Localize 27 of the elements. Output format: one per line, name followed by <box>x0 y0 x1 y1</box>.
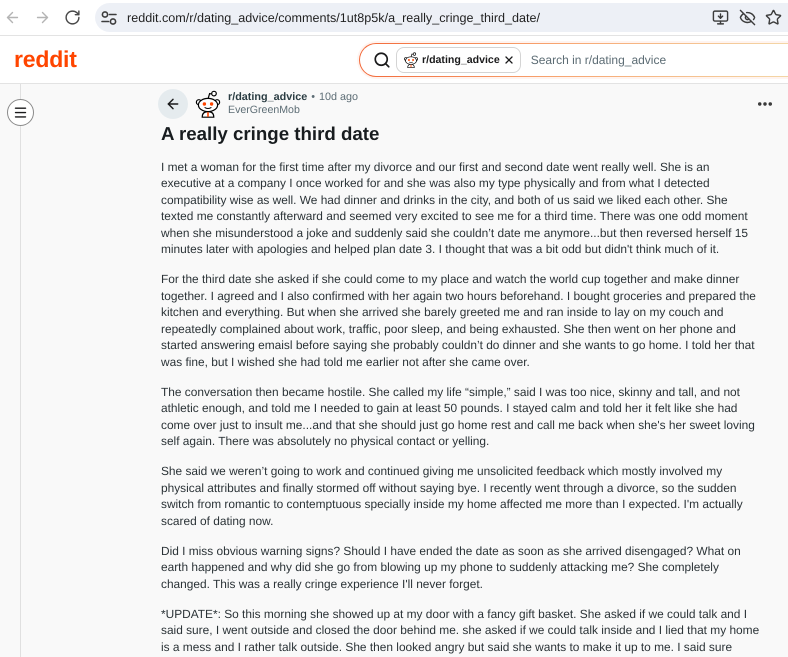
back-button[interactable] <box>158 89 188 119</box>
author-link[interactable]: EverGreenMob <box>228 104 300 117</box>
search-field[interactable]: r/dating_advice Search in r/dating_advice <box>359 42 788 76</box>
sliders-icon[interactable] <box>101 10 117 24</box>
close-icon[interactable] <box>502 54 515 66</box>
post-paragraph: The conversation then became hostile. She called my life “simple,” said I was too nice, skinny and tall, and not athletic enough, and told me I needed to gain at least 50 pounds. I stayed calm and told her it felt like she had come over just to insult me...and that she should just go home rest and call me back when she's her sweet loving self again. There was absolutely no physical contact or yelling. <box>161 384 756 450</box>
alien-avatar-icon <box>194 90 222 118</box>
post-paragraph: *UPDATE*: So this morning she showed up at my door with a fancy gift basket. She asked if we could talk and I said sure, I went outside and closed the door behind me. she asked if we could talk inside and I lied that my home is a mess and I rather talk outside. She then looked angry but said she wants to make it up to me. I said sure <box>161 606 760 656</box>
menu-button[interactable] <box>6 98 34 126</box>
reload-icon[interactable] <box>64 9 81 26</box>
post-paragraph: Did I miss obvious warning signs? Should I have ended the date as soon as she arrived disengaged? What on earth happened and why did she go from blowing up my phone to suddenly attacking me? She completely changed. This was a really cringe experience I'll never forget. <box>161 542 742 592</box>
post-paragraph: I met a woman for the first time after my divorce and our first and second date went really well. She is an executive at a company I once worked for and she was also my type physically and from what I detected compatibility wise as well. We had dinner and drinks in the city, and both of us said we liked each other. She texted me constantly afterward and seemed very excited to see me for a third time. There was one odd moment when she misunderstood a joke and suddenly said she couldn’t date me anymore...but then reversed herself 15 minutes later with apologies and helped plan date 3. I thought that was a bit odd but didn't think much of it. <box>161 158 749 258</box>
search-icon <box>373 50 391 68</box>
monitor-download-icon[interactable] <box>712 9 729 26</box>
url-text: reddit.com/r/dating_advice/comments/1ut8p5k/a_really_cringe_third_date/ <box>127 10 542 24</box>
address-bar[interactable]: reddit.com/r/dating_advice/comments/1ut8p5k/a_really_cringe_third_date/ <box>95 3 788 32</box>
bullet-separator: • <box>311 91 315 104</box>
subreddit-link[interactable]: r/dating_advice <box>228 91 308 104</box>
post-paragraph: She said we weren’t going to work and continued giving me unsolicited feedback which mostly involved my physical attributes and finally stormed off without saying bye. I recently went through a divorce, so the sudden switch from romantic to contemptuous specially inside my home affected me more than I expected. I'm actually scared of dating now. <box>161 463 744 530</box>
post-time: 10d ago <box>319 91 358 104</box>
post-paragraph: For the third date she asked if she could come to my place and watch the world cup together and make dinner together. I agreed and I also confirmed with her again two hours beforehand. I bought groceries and prepared the kitchen and everything. But when she arrived she barely greeted me and ran inside to lay on my couch and repeatedly complained about work, traffic, poor sleep, and being exhausted. She then went on her phone and started answering emaisl before saying she probably couldn’t do dinner and she wants to go home. I told her that was fine, but I wished she had told me earlier not after she came over. <box>161 271 757 370</box>
eye-slash-icon[interactable] <box>738 9 756 26</box>
alien-avatar-icon <box>403 52 419 68</box>
post-title: A really cringe third date <box>161 122 380 146</box>
community-chip[interactable]: r/dating_advice <box>396 46 521 72</box>
star-icon[interactable] <box>765 9 782 26</box>
menu-icon <box>12 104 28 120</box>
